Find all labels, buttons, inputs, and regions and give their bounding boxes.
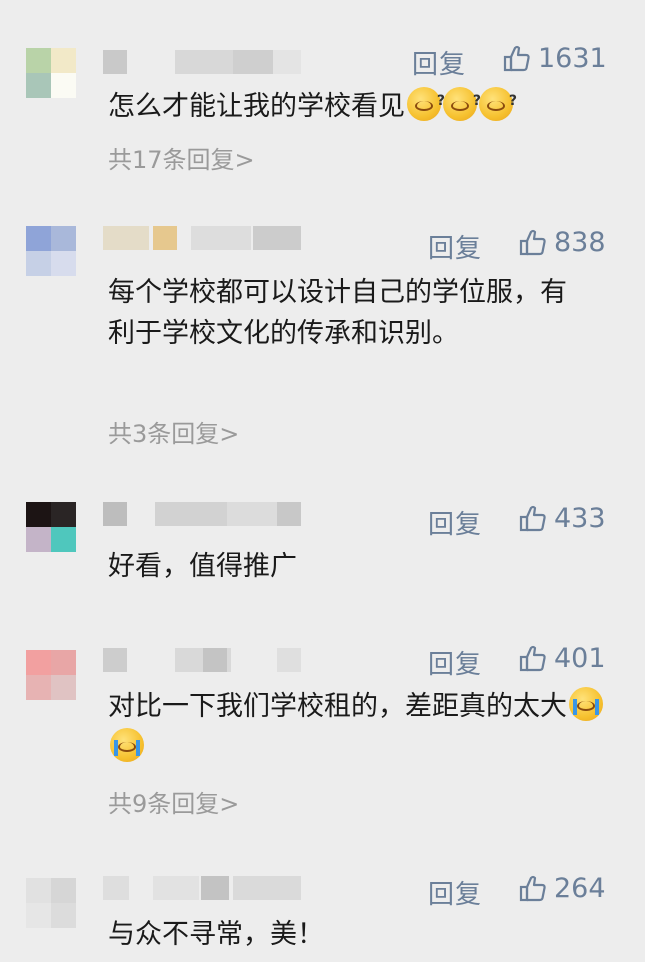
username-block xyxy=(233,876,301,900)
username-block xyxy=(201,876,229,900)
avatar-pixel xyxy=(26,903,51,928)
username-block xyxy=(153,876,199,900)
avatar-pixel xyxy=(51,903,76,928)
thumbs-up-icon xyxy=(519,875,546,901)
comment-item: 回复 264 与众不寻常，美！ xyxy=(0,0,645,962)
comment-text: 与众不寻常，美！ xyxy=(108,919,324,950)
avatar-pixel xyxy=(26,878,51,903)
username-block xyxy=(103,876,129,900)
avatar[interactable] xyxy=(26,878,76,928)
like-button[interactable]: 264 xyxy=(518,873,606,904)
avatar-pixel xyxy=(51,878,76,903)
reply-button[interactable]: 回复 xyxy=(428,874,482,911)
like-count: 264 xyxy=(554,873,606,904)
username-blurred[interactable] xyxy=(103,876,303,900)
